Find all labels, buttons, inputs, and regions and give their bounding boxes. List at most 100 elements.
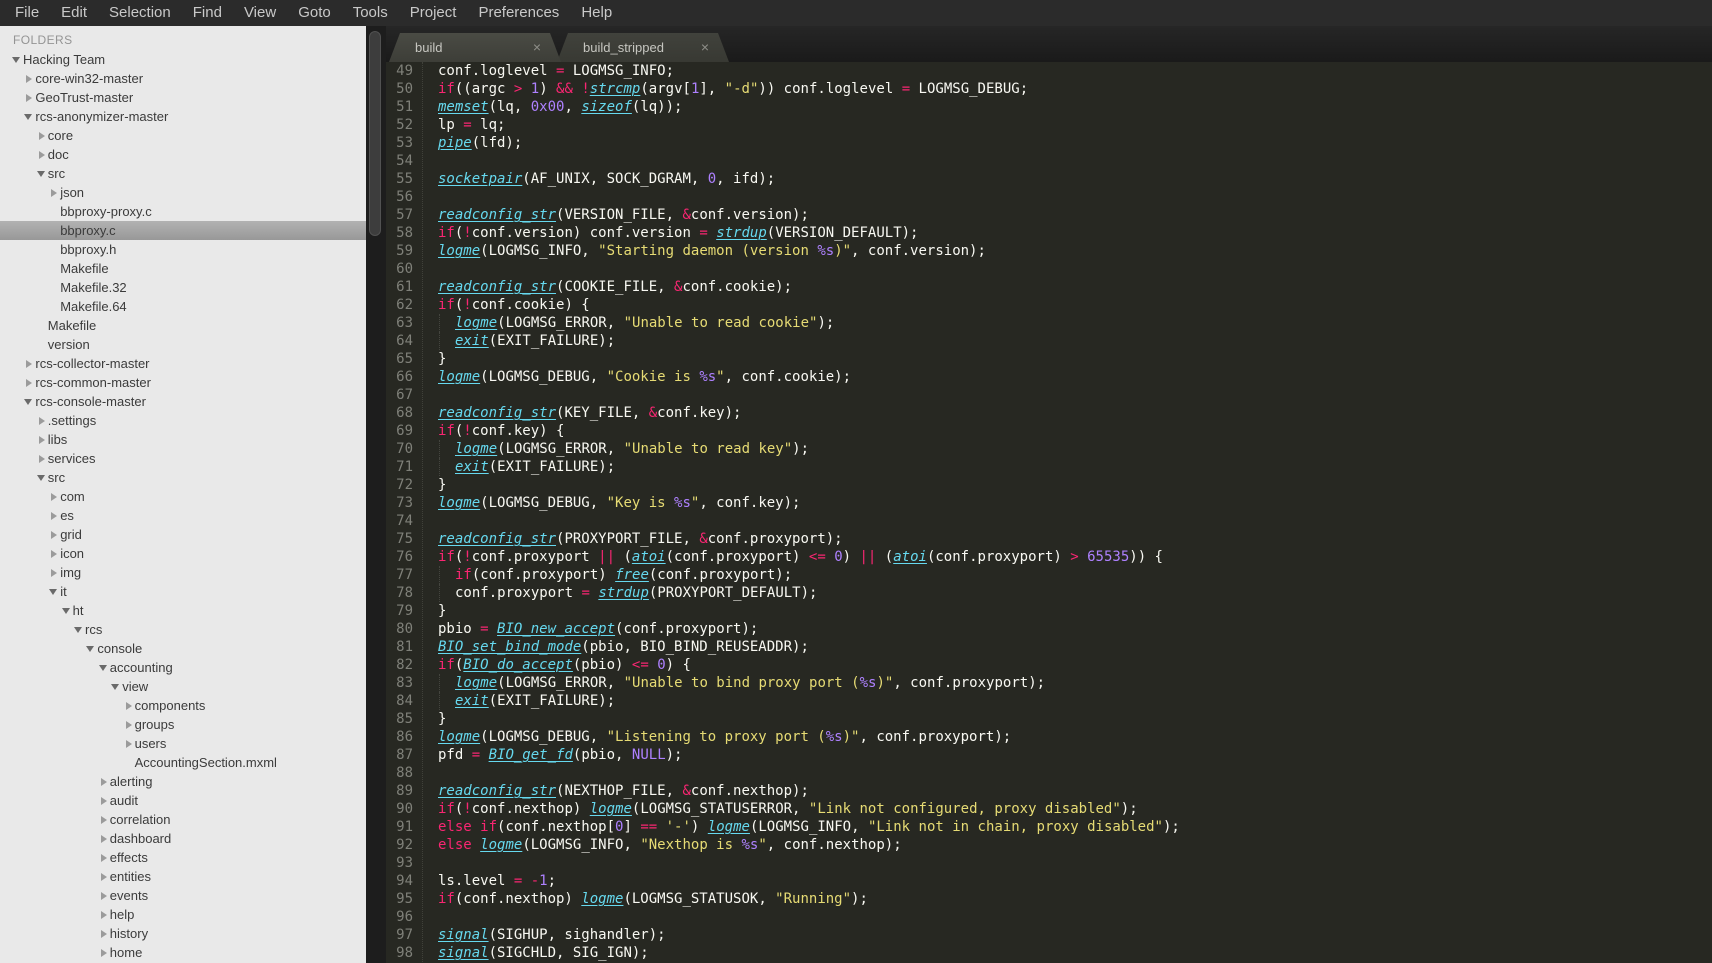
tree-item-rcs-console-master[interactable]: rcs-console-master — [0, 392, 366, 411]
code-line-text[interactable]: BIO_set_bind_mode(pbio, BIO_BIND_REUSEAD… — [438, 638, 809, 656]
code-line-text[interactable]: logme(LOGMSG_DEBUG, "Key is %s", conf.ke… — [438, 494, 800, 512]
disclosure-collapsed-icon[interactable] — [49, 492, 60, 502]
code-line-text[interactable]: } — [438, 710, 446, 728]
tree-item-json[interactable]: json — [0, 183, 366, 202]
tree-item-makefile[interactable]: Makefile — [0, 259, 366, 278]
menu-item-view[interactable]: View — [233, 0, 287, 26]
close-icon[interactable]: × — [701, 33, 709, 62]
code-line-text[interactable]: logme(LOGMSG_INFO, "Starting daemon (ver… — [438, 242, 986, 260]
tree-item-accounting[interactable]: accounting — [0, 658, 366, 677]
disclosure-expanded-icon[interactable] — [49, 587, 60, 597]
disclosure-collapsed-icon[interactable] — [37, 150, 48, 160]
menu-item-find[interactable]: Find — [182, 0, 233, 26]
disclosure-expanded-icon[interactable] — [74, 625, 85, 635]
code-line-text[interactable]: conf.loglevel = LOGMSG_INFO; — [438, 62, 674, 80]
code-line-text[interactable]: signal(SIGHUP, sighandler); — [438, 926, 666, 944]
code-line-text[interactable]: logme(LOGMSG_ERROR, "Unable to bind prox… — [455, 674, 1045, 692]
tree-item-entities[interactable]: entities — [0, 867, 366, 886]
code-line-text[interactable]: if(!conf.proxyport || (atoi(conf.proxypo… — [438, 548, 1163, 566]
tab-build-stripped[interactable]: build_stripped × — [557, 33, 729, 62]
code-line-text[interactable]: if(!conf.cookie) { — [438, 296, 590, 314]
disclosure-collapsed-icon[interactable] — [124, 739, 135, 749]
tree-item-correlation[interactable]: correlation — [0, 810, 366, 829]
tree-item-img[interactable]: img — [0, 563, 366, 582]
code-line-text[interactable]: if(!conf.version) conf.version = strdup(… — [438, 224, 918, 242]
menu-item-edit[interactable]: Edit — [50, 0, 98, 26]
disclosure-collapsed-icon[interactable] — [49, 530, 60, 540]
disclosure-expanded-icon[interactable] — [86, 644, 97, 654]
code-line-text[interactable]: exit(EXIT_FAILURE); — [455, 458, 615, 476]
code-line-text[interactable]: if(!conf.nexthop) logme(LOGMSG_STATUSERR… — [438, 800, 1138, 818]
menu-item-project[interactable]: Project — [399, 0, 468, 26]
tree-item-events[interactable]: events — [0, 886, 366, 905]
tree-item-makefile-64[interactable]: Makefile.64 — [0, 297, 366, 316]
disclosure-collapsed-icon[interactable] — [99, 777, 110, 787]
tab-build[interactable]: build × — [389, 33, 561, 62]
tree-item-components[interactable]: components — [0, 696, 366, 715]
tree-item-libs[interactable]: libs — [0, 430, 366, 449]
tree-item-src[interactable]: src — [0, 468, 366, 487]
disclosure-expanded-icon[interactable] — [24, 112, 35, 122]
tree-item-core-win32-master[interactable]: core-win32-master — [0, 69, 366, 88]
code-view[interactable]: 49 conf.loglevel = LOGMSG_INFO; 50 if((argc… — [386, 62, 1712, 963]
code-line-text[interactable]: readconfig_str(NEXTHOP_FILE, &conf.nexth… — [438, 782, 809, 800]
disclosure-collapsed-icon[interactable] — [37, 435, 48, 445]
tree-item-it[interactable]: it — [0, 582, 366, 601]
disclosure-collapsed-icon[interactable] — [99, 796, 110, 806]
code-line-text[interactable]: if(BIO_do_accept(pbio) <= 0) { — [438, 656, 691, 674]
disclosure-collapsed-icon[interactable] — [49, 188, 60, 198]
code-line-text[interactable]: lp = lq; — [438, 116, 505, 134]
code-line-text[interactable]: pbio = BIO_new_accept(conf.proxyport); — [438, 620, 758, 638]
disclosure-collapsed-icon[interactable] — [24, 74, 35, 84]
tree-item-bbproxy-proxy-c[interactable]: bbproxy-proxy.c — [0, 202, 366, 221]
tree-item-geotrust-master[interactable]: GeoTrust-master — [0, 88, 366, 107]
tree-item-rcs-collector-master[interactable]: rcs-collector-master — [0, 354, 366, 373]
code-line-text[interactable]: logme(LOGMSG_ERROR, "Unable to read cook… — [455, 314, 834, 332]
disclosure-collapsed-icon[interactable] — [49, 511, 60, 521]
tree-item-services[interactable]: services — [0, 449, 366, 468]
disclosure-collapsed-icon[interactable] — [49, 549, 60, 559]
disclosure-collapsed-icon[interactable] — [37, 454, 48, 464]
tree-item-effects[interactable]: effects — [0, 848, 366, 867]
code-line-text[interactable]: pfd = BIO_get_fd(pbio, NULL); — [438, 746, 682, 764]
tree-item-users[interactable]: users — [0, 734, 366, 753]
code-line-text[interactable]: if((argc > 1) && !strcmp(argv[1], "-d"))… — [438, 80, 1028, 98]
disclosure-expanded-icon[interactable] — [61, 606, 73, 616]
code-line-text[interactable]: if(conf.proxyport) free(conf.proxyport); — [455, 566, 792, 584]
code-line-text[interactable]: readconfig_str(VERSION_FILE, &conf.versi… — [438, 206, 809, 224]
tree-item-dashboard[interactable]: dashboard — [0, 829, 366, 848]
menu-item-tools[interactable]: Tools — [342, 0, 399, 26]
tree-item-ht[interactable]: ht — [0, 601, 366, 620]
code-line-text[interactable]: conf.proxyport = strdup(PROXYPORT_DEFAUL… — [455, 584, 817, 602]
disclosure-expanded-icon[interactable] — [36, 169, 48, 179]
tree-item-audit[interactable]: audit — [0, 791, 366, 810]
code-line-text[interactable]: exit(EXIT_FAILURE); — [455, 332, 615, 350]
disclosure-collapsed-icon[interactable] — [124, 720, 135, 730]
code-line-text[interactable]: if(conf.nexthop) logme(LOGMSG_STATUSOK, … — [438, 890, 868, 908]
disclosure-collapsed-icon[interactable] — [49, 568, 60, 578]
tree-item-accountingsection-mxml[interactable]: AccountingSection.mxml — [0, 753, 366, 772]
code-line-text[interactable]: readconfig_str(COOKIE_FILE, &conf.cookie… — [438, 278, 792, 296]
tree-item-bbproxy-c[interactable]: bbproxy.c — [0, 221, 366, 240]
tree-item-settings[interactable]: .settings — [0, 411, 366, 430]
menu-item-goto[interactable]: Goto — [287, 0, 342, 26]
code-line-text[interactable]: logme(LOGMSG_DEBUG, "Listening to proxy … — [438, 728, 1011, 746]
tree-item-src[interactable]: src — [0, 164, 366, 183]
tree-item-groups[interactable]: groups — [0, 715, 366, 734]
tree-item-console[interactable]: console — [0, 639, 366, 658]
disclosure-collapsed-icon[interactable] — [24, 378, 35, 388]
disclosure-collapsed-icon[interactable] — [99, 853, 110, 863]
tree-item-rcs-common-master[interactable]: rcs-common-master — [0, 373, 366, 392]
disclosure-collapsed-icon[interactable] — [99, 948, 110, 958]
code-line-text[interactable]: exit(EXIT_FAILURE); — [455, 692, 615, 710]
tree-item-rcs-anonymizer-master[interactable]: rcs-anonymizer-master — [0, 107, 366, 126]
code-line-text[interactable]: if(!conf.key) { — [438, 422, 564, 440]
disclosure-collapsed-icon[interactable] — [24, 359, 35, 369]
code-line-text[interactable]: logme(LOGMSG_DEBUG, "Cookie is %s", conf… — [438, 368, 851, 386]
sidebar-scrollbar-thumb[interactable] — [369, 31, 381, 236]
menu-item-preferences[interactable]: Preferences — [467, 0, 570, 26]
tree-item-hacking-team[interactable]: Hacking Team — [0, 50, 366, 69]
menu-item-help[interactable]: Help — [570, 0, 623, 26]
disclosure-collapsed-icon[interactable] — [37, 131, 48, 141]
disclosure-collapsed-icon[interactable] — [99, 834, 110, 844]
